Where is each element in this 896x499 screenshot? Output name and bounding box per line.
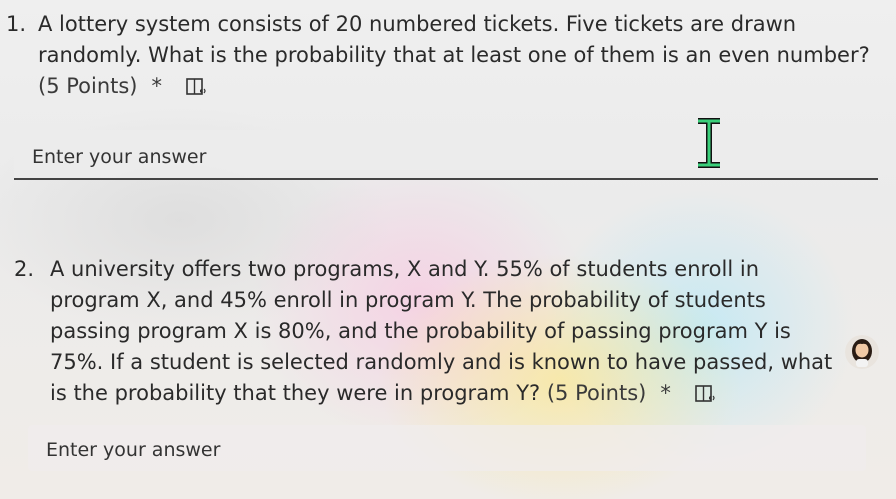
question-1-text: A lottery system consists of 20 numbered…	[38, 12, 870, 67]
answer-placeholder: Enter your answer	[46, 439, 221, 461]
answer-placeholder: Enter your answer	[32, 146, 207, 168]
question-1-number: 1.	[6, 12, 27, 36]
question-1-answer-field[interactable]: Enter your answer	[14, 130, 878, 180]
immersive-reader-icon[interactable]	[186, 77, 208, 97]
question-1: A lottery system consists of 20 numbered…	[38, 9, 888, 102]
question-2-answer-field[interactable]: Enter your answer	[28, 425, 866, 471]
immersive-reader-icon[interactable]	[695, 384, 717, 404]
required-mark: *	[151, 74, 163, 98]
required-mark: *	[660, 381, 671, 405]
text-cursor-icon	[698, 118, 720, 168]
question-1-points: (5 Points)	[38, 74, 138, 98]
question-2-points: (5 Points)	[546, 381, 647, 405]
question-2-number: 2.	[14, 257, 35, 281]
avatar-icon	[845, 335, 879, 369]
question-2-meta: (5 Points) *	[547, 378, 717, 409]
question-2: A university offers two programs, X and …	[50, 254, 850, 409]
question-1-meta: (5 Points) *	[38, 71, 208, 102]
